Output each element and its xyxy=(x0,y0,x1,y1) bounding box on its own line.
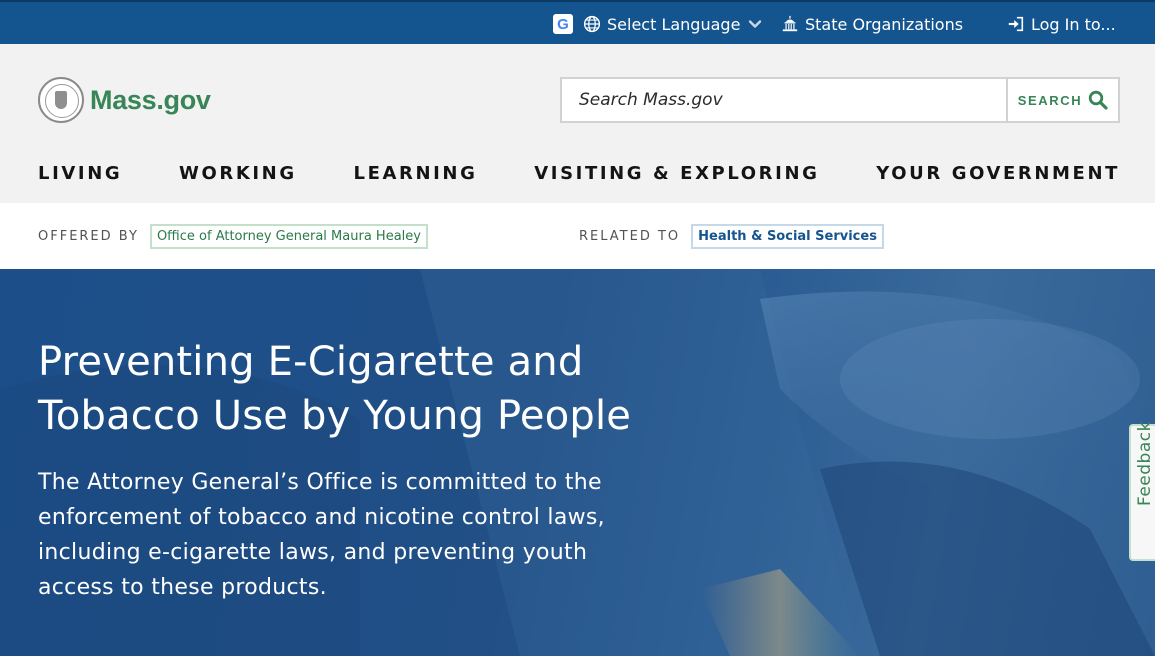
log-in-label: Log In to... xyxy=(1031,14,1116,34)
main-navigation: LIVING WORKING LEARNING VISITING & EXPLO… xyxy=(38,163,1120,187)
page-title: Preventing E-Cigarette and Tobacco Use b… xyxy=(38,339,632,439)
search-form: SEARCH xyxy=(560,77,1120,123)
search-button[interactable]: SEARCH xyxy=(1006,79,1118,121)
select-language-label: Select Language xyxy=(607,14,741,34)
state-organizations-button[interactable]: State Organizations xyxy=(781,2,963,46)
state-organizations-label: State Organizations xyxy=(805,14,964,34)
log-in-button[interactable]: Log In to... xyxy=(1007,2,1116,46)
nav-your-government[interactable]: YOUR GOVERNMENT xyxy=(876,163,1120,187)
nav-learning[interactable]: LEARNING xyxy=(354,163,478,187)
search-button-label: SEARCH xyxy=(1017,92,1083,108)
search-icon xyxy=(1089,90,1108,110)
mass-gov-logo-link[interactable]: Mass.gov xyxy=(38,77,211,123)
select-language-button[interactable]: G Select Language xyxy=(553,2,762,46)
feedback-tab[interactable]: Feedback xyxy=(1129,421,1155,561)
utility-bar: G Select Language State Organizations Lo… xyxy=(0,0,1155,44)
related-to-topic-link[interactable]: Health & Social Services xyxy=(691,223,884,249)
chevron-down-icon xyxy=(749,20,762,28)
login-arrow-icon xyxy=(1008,16,1024,32)
capitol-building-icon xyxy=(782,15,798,32)
related-to: RELATED TO Health & Social Services xyxy=(579,203,884,269)
page-lede: The Attorney General’s Office is committ… xyxy=(38,470,605,600)
nav-living[interactable]: LIVING xyxy=(38,163,122,187)
offered-by-org-link[interactable]: Office of Attorney General Maura Healey xyxy=(149,223,428,249)
offered-by: OFFERED BY Office of Attorney General Ma… xyxy=(38,203,428,269)
nav-working[interactable]: WORKING xyxy=(179,163,297,187)
site-header: Mass.gov SEARCH LIVING WORKING LEARNING … xyxy=(0,44,1155,203)
globe-icon xyxy=(583,15,601,33)
massachusetts-seal-icon xyxy=(38,77,84,123)
google-translate-icon: G xyxy=(553,14,573,34)
related-to-label: RELATED TO xyxy=(579,228,681,244)
page-meta-bar: OFFERED BY Office of Attorney General Ma… xyxy=(0,203,1155,269)
hero-banner: Preventing E-Cigarette and Tobacco Use b… xyxy=(0,269,1155,656)
search-input[interactable] xyxy=(562,79,1006,121)
nav-visiting-exploring[interactable]: VISITING & EXPLORING xyxy=(534,163,819,187)
offered-by-label: OFFERED BY xyxy=(38,228,139,244)
logo-text: Mass.gov xyxy=(90,84,211,115)
feedback-label: Feedback xyxy=(1135,421,1155,506)
